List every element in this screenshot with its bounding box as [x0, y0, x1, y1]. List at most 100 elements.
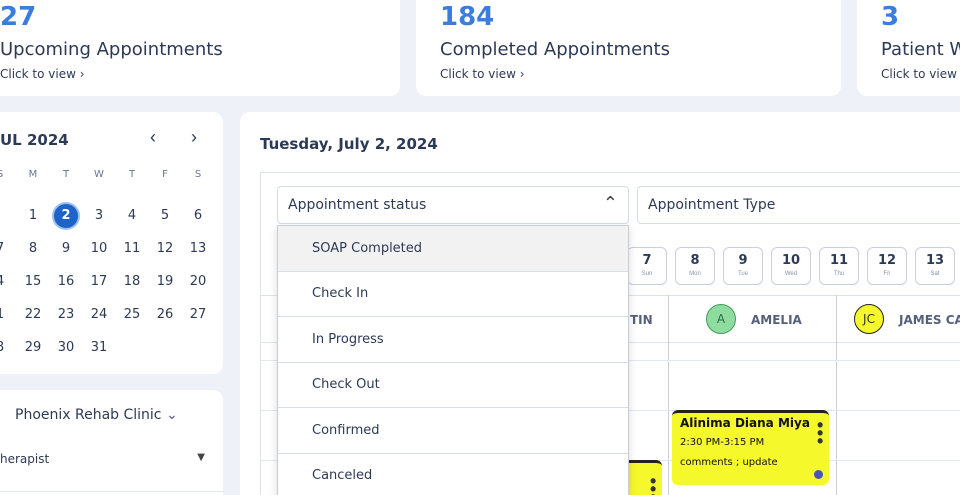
calendar-day[interactable]: 4: [0, 270, 12, 294]
day-pill[interactable]: 8 Mon: [675, 247, 715, 285]
calendar-day[interactable]: 30: [54, 336, 78, 360]
calendar-day[interactable]: 1: [21, 204, 45, 228]
chevron-right-icon: ›: [519, 67, 525, 81]
calendar-day[interactable]: 22: [21, 303, 45, 327]
calendar-weekday: S: [0, 169, 12, 180]
calendar-day[interactable]: 9: [54, 237, 78, 261]
calendar-day[interactable]: 26: [153, 303, 177, 327]
calendar-day[interactable]: 10: [87, 237, 111, 261]
divider: [260, 172, 960, 173]
calendar-day[interactable]: 18: [120, 270, 144, 294]
status-dot: [814, 470, 823, 479]
caret-down-icon: ▼: [197, 452, 205, 463]
appointment-status-dropdown: SOAP Completed Check In In Progress Check O…: [277, 225, 629, 495]
calendar-day[interactable]: 8: [21, 237, 45, 261]
clinic-filter-card: [0, 390, 223, 495]
stat-upcoming-number: 27: [0, 2, 37, 32]
calendar-day[interactable]: 1: [0, 303, 12, 327]
calendar-day[interactable]: 16: [54, 270, 78, 294]
day-pill-number: 7: [642, 253, 652, 268]
day-pill-number: 10: [781, 253, 801, 268]
dropdown-option[interactable]: Check Out: [278, 363, 628, 408]
more-vertical-icon[interactable]: •••: [817, 416, 823, 450]
dropdown-option[interactable]: In Progress: [278, 317, 628, 363]
calendar-day[interactable]: 13: [186, 237, 210, 261]
column-divider: [836, 295, 837, 495]
day-pill-number: 11: [829, 253, 849, 268]
appointment-comments: comments ; update: [680, 457, 778, 468]
stat-upcoming-link[interactable]: Click to view ›: [0, 67, 85, 81]
chevron-down-icon: ⌄: [165, 407, 178, 423]
calendar-day[interactable]: 11: [120, 237, 144, 261]
day-pill[interactable]: 9 Tue: [723, 247, 763, 285]
stat-patient-link-text: Click to view: [881, 67, 957, 81]
calendar-day[interactable]: 27: [186, 303, 210, 327]
day-pill-weekday: Wed: [784, 271, 798, 277]
day-pill-weekday: Thu: [833, 271, 845, 277]
page-title: Tuesday, July 2, 2024: [260, 135, 438, 153]
staff-name: JAMES CA: [899, 313, 960, 327]
day-pill[interactable]: 11 Thu: [819, 247, 859, 285]
day-pill-weekday: Sun: [641, 271, 653, 277]
therapist-select[interactable]: herapist ▼: [0, 452, 205, 466]
calendar-day[interactable]: 31: [87, 336, 111, 360]
calendar-day[interactable]: 25: [120, 303, 144, 327]
chevron-up-icon: ⌃: [602, 193, 618, 213]
calendar-month-title: UL 2024: [0, 131, 69, 149]
calendar-day[interactable]: 29: [21, 336, 45, 360]
appointment-status-label: Appointment status: [288, 197, 427, 213]
stat-completed-link[interactable]: Click to view ›: [440, 67, 525, 81]
day-pill-number: 8: [690, 253, 700, 268]
dropdown-option[interactable]: Confirmed: [278, 408, 628, 454]
appointment-status-select[interactable]: Appointment status ⌃: [277, 186, 629, 224]
stat-patient-label: Patient W: [881, 39, 960, 60]
dropdown-option[interactable]: Check In: [278, 272, 628, 317]
avatar: JC: [854, 304, 884, 334]
calendar-day[interactable]: 20: [186, 270, 210, 294]
calendar-day[interactable]: 12: [153, 237, 177, 261]
calendar-day[interactable]: 4: [120, 204, 144, 228]
calendar-day[interactable]: 8: [0, 336, 12, 360]
day-pill-weekday: Mon: [689, 271, 701, 277]
calendar-day[interactable]: 17: [87, 270, 111, 294]
staff-name: TIN: [630, 313, 653, 327]
calendar-weekday: S: [194, 169, 202, 180]
stat-upcoming-link-text: Click to view: [0, 67, 76, 81]
divider: [0, 491, 223, 492]
dropdown-option[interactable]: Canceled: [278, 454, 628, 495]
calendar-day[interactable]: 23: [54, 303, 78, 327]
appointment-type-select[interactable]: Appointment Type: [637, 186, 960, 224]
day-pill[interactable]: 13 Sat: [915, 247, 955, 285]
calendar-weekday: W: [94, 169, 104, 180]
appointment-card[interactable]: Alinima Diana Miya 2:30 PM-3:15 PM comme…: [672, 410, 829, 485]
stat-patient-number: 3: [881, 2, 900, 32]
appointment-time: 2:30 PM-3:15 PM: [680, 437, 765, 448]
stat-upcoming-label: Upcoming Appointments: [0, 39, 223, 60]
column-divider: [668, 295, 669, 495]
appointment-patient: Alinima Diana Miya: [680, 416, 810, 430]
day-pill[interactable]: 7 Sun: [627, 247, 667, 285]
calendar-day[interactable]: 2: [54, 204, 78, 228]
calendar-day[interactable]: 6: [186, 204, 210, 228]
calendar-day[interactable]: 19: [153, 270, 177, 294]
calendar-day[interactable]: 5: [153, 204, 177, 228]
avatar: A: [706, 304, 736, 334]
calendar-day[interactable]: 15: [21, 270, 45, 294]
more-vertical-icon[interactable]: •••: [650, 472, 656, 495]
clinic-selector[interactable]: Phoenix Rehab Clinic ⌄: [15, 407, 178, 423]
day-pill-number: 9: [738, 253, 748, 268]
chevron-right-icon[interactable]: ›: [191, 127, 197, 148]
chevron-left-icon[interactable]: ‹: [150, 127, 156, 148]
day-pill[interactable]: 10 Wed: [771, 247, 811, 285]
stat-completed-link-text: Click to view: [440, 67, 516, 81]
day-pill-weekday: Sat: [930, 271, 940, 277]
stat-patient-link[interactable]: Click to view ›: [881, 67, 960, 81]
day-pill-weekday: Tue: [737, 271, 749, 277]
dropdown-option[interactable]: SOAP Completed: [278, 226, 628, 272]
calendar-day[interactable]: 24: [87, 303, 111, 327]
stat-completed-label: Completed Appointments: [440, 39, 670, 60]
day-pill[interactable]: 12 Fri: [867, 247, 907, 285]
calendar-day[interactable]: 7: [0, 237, 12, 261]
calendar-weekday: T: [62, 169, 70, 180]
calendar-day[interactable]: 3: [87, 204, 111, 228]
